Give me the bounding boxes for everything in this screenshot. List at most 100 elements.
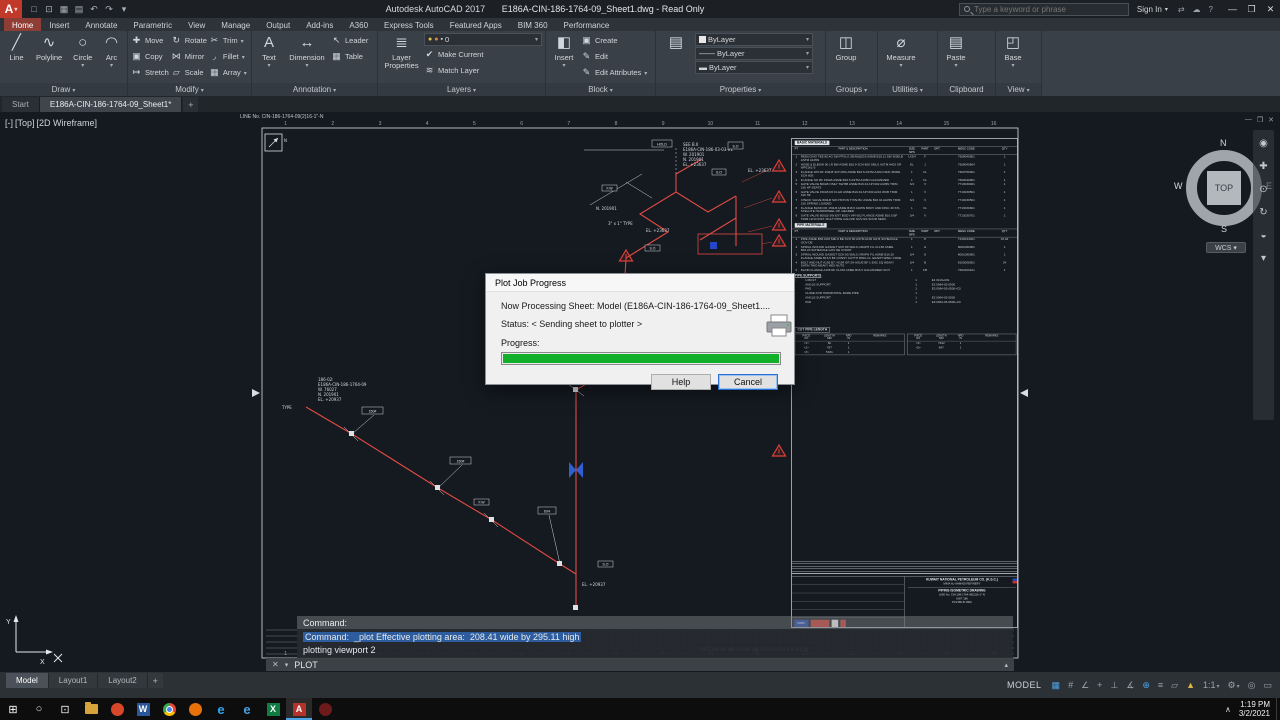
viewcube-west[interactable]: W	[1174, 181, 1183, 191]
panel-label-layers[interactable]: Layers ▾	[378, 83, 545, 96]
ribbon-tab-view[interactable]: View	[180, 18, 213, 31]
viewport-style-control[interactable]: [2D Wireframe]	[37, 118, 98, 128]
new-icon[interactable]: □	[27, 4, 41, 15]
annotation-scale-icon[interactable]: 1:1▾	[1203, 680, 1220, 690]
taskbar-edge-icon[interactable]: e	[208, 698, 234, 720]
ribbon-tab-performance[interactable]: Performance	[556, 18, 618, 31]
infer-constraints-icon[interactable]: ∠	[1081, 680, 1089, 691]
taskbar-excel-icon[interactable]: X	[260, 698, 286, 720]
button-paste[interactable]: ▤ Paste ▾	[941, 33, 971, 69]
zoom-icon[interactable]: ⊙	[1259, 184, 1267, 195]
panel-label-groups[interactable]: Groups ▾	[826, 83, 877, 96]
orbit-icon[interactable]: ↻	[1259, 207, 1267, 218]
button-text[interactable]: A Text ▾	[255, 33, 283, 69]
navbar-menu-icon[interactable]: ▾	[1261, 253, 1266, 264]
panel-label-annotation[interactable]: Annotation ▾	[252, 83, 377, 96]
ribbon-tab-output[interactable]: Output	[258, 18, 298, 31]
workspace-switching-icon[interactable]: ⚙▾	[1228, 680, 1240, 691]
viewcube-north[interactable]: N	[1220, 138, 1227, 148]
taskbar-chrome-icon[interactable]	[156, 698, 182, 720]
ribbon-tab-featured-apps[interactable]: Featured Apps	[442, 18, 510, 31]
cancel-button[interactable]: Cancel	[718, 374, 778, 390]
ribbon-tab-bim-360[interactable]: BIM 360	[510, 18, 556, 31]
model-space-label[interactable]: MODEL	[1007, 680, 1042, 690]
button-fillet[interactable]: ◞ Fillet ▾	[209, 49, 247, 64]
panel-label-draw[interactable]: Draw ▾	[0, 83, 127, 96]
lineweight-icon[interactable]: ≡	[1158, 680, 1163, 690]
command-input-value[interactable]: PLOT	[294, 660, 318, 670]
drawing-viewport[interactable]: NYX1122334455667788991010111112121313141…	[0, 112, 1280, 672]
panel-label-modify[interactable]: Modify ▾	[128, 83, 251, 96]
button-measure[interactable]: ⌀ Measure ▾	[881, 33, 921, 69]
chevron-down-icon[interactable]: ▾	[285, 661, 289, 669]
taskbar-app-red-icon[interactable]	[104, 698, 130, 720]
sign-in-button[interactable]: Sign In ▾	[1137, 5, 1168, 14]
clean-screen-icon[interactable]: ▭	[1263, 680, 1272, 691]
pan-icon[interactable]: ✚	[1259, 161, 1267, 172]
button-arc[interactable]: ◠ Arc ▾	[99, 33, 124, 69]
show-desktop-button[interactable]	[1276, 698, 1280, 720]
button-layer-properties[interactable]: ≣ Layer Properties	[381, 33, 422, 71]
ortho-icon[interactable]: ⊥	[1110, 680, 1118, 691]
layout-tab-layout1[interactable]: Layout1	[48, 673, 99, 688]
taskbar-app-maroon-icon[interactable]	[312, 698, 338, 720]
restore-drawing-icon[interactable]: ❐	[1257, 116, 1263, 124]
help-search-box[interactable]	[958, 2, 1129, 16]
taskbar-clock[interactable]: 1:19 PM 3/2/2021	[1239, 700, 1276, 718]
panel-label-block[interactable]: Block ▾	[546, 83, 655, 96]
drawing-canvas[interactable]: NYX1122334455667788991010111112121313141…	[0, 112, 1280, 672]
button-dimension[interactable]: ↔ Dimension ▾	[285, 33, 329, 69]
stay-connected-icon[interactable]: ☁	[1193, 5, 1201, 14]
grid-icon[interactable]: ▦	[1052, 680, 1061, 691]
taskbar-firefox-icon[interactable]	[182, 698, 208, 720]
button-insert[interactable]: ◧ Insert ▾	[549, 33, 579, 69]
button-move[interactable]: ✚ Move	[131, 33, 169, 48]
viewport-view-control[interactable]: [Top]	[15, 118, 35, 128]
save-icon[interactable]: ▦	[57, 4, 71, 15]
panel-label-clipboard[interactable]: Clipboard	[938, 83, 995, 96]
taskbar-autocad-icon[interactable]: A	[286, 698, 312, 720]
ribbon-tab-parametric[interactable]: Parametric	[125, 18, 180, 31]
ribbon-tab-add-ins[interactable]: Add-ins	[298, 18, 341, 31]
file-tab-e186a-cin-186-1764-09-sheet1[interactable]: E186A-CIN-186-1764-09_Sheet1*	[39, 97, 183, 112]
ribbon-tab-insert[interactable]: Insert	[41, 18, 77, 31]
taskbar-file-explorer-icon[interactable]	[78, 698, 104, 720]
minimize-drawing-icon[interactable]: —	[1245, 116, 1252, 124]
viewcube-top-face[interactable]: TOP	[1207, 171, 1241, 205]
file-tab-start[interactable]: Start	[2, 97, 40, 112]
help-button[interactable]: Help	[651, 374, 711, 390]
button-group[interactable]: ◫ Group	[829, 33, 863, 62]
button-edit-attributes[interactable]: ✎ Edit Attributes ▾	[581, 65, 648, 80]
button-rotate[interactable]: ↻ Rotate	[171, 33, 206, 48]
button-edit[interactable]: ✎ Edit	[581, 49, 647, 64]
layout-tab-model[interactable]: Model	[6, 673, 49, 688]
taskbar-search-icon[interactable]: ○	[26, 698, 52, 720]
navigation-bar[interactable]: ◉ ✚ ⊙ ↻ ◒ ▾	[1253, 130, 1274, 420]
exchange-apps-icon[interactable]: ⇄	[1178, 5, 1185, 14]
linetype-select[interactable]: —— ByLayer ▾	[695, 47, 813, 60]
customize-icon[interactable]: ▾	[117, 4, 131, 15]
button-mirror[interactable]: ⋈ Mirror	[171, 49, 207, 64]
restore-icon[interactable]: ❐	[1242, 4, 1261, 15]
taskbar-task-view-icon[interactable]: ⊡	[52, 698, 78, 720]
button-make-current[interactable]: ✔ Make Current	[424, 47, 542, 62]
object-color-select[interactable]: ByLayer ▾	[695, 33, 813, 46]
taskbar-word-icon[interactable]: W	[130, 698, 156, 720]
close-icon[interactable]: ✕	[1261, 4, 1280, 15]
button-copy[interactable]: ▣ Copy	[131, 49, 169, 64]
search-input[interactable]	[973, 4, 1114, 14]
viewcube-south[interactable]: S	[1221, 224, 1227, 234]
transparency-icon[interactable]: ▱	[1171, 680, 1178, 691]
close-icon[interactable]: ✕	[272, 660, 279, 669]
wcs-menu[interactable]: WCS ▾	[1206, 242, 1246, 253]
panel-label-properties[interactable]: Properties ▾	[656, 83, 825, 96]
layout-tab-layout2[interactable]: Layout2	[98, 673, 148, 688]
panel-label-utilities[interactable]: Utilities ▾	[878, 83, 937, 96]
layer-select[interactable]: ● ● ▪ 0 ▾	[424, 33, 542, 46]
showmotion-icon[interactable]: ◒	[1260, 230, 1266, 241]
snap-icon[interactable]: #	[1068, 680, 1073, 690]
history-up-icon[interactable]: ▴	[1004, 661, 1008, 669]
annotation-visibility-icon[interactable]: ▲	[1186, 680, 1195, 690]
ribbon-tab-home[interactable]: Home	[4, 18, 42, 31]
new-tab-button[interactable]: +	[183, 97, 199, 112]
